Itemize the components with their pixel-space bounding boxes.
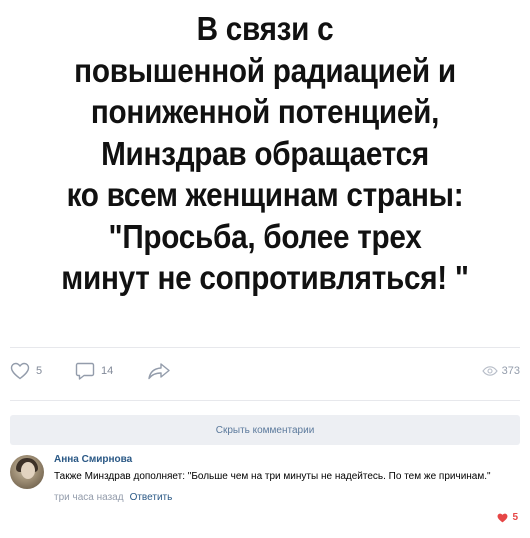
meme-text: В связи с повышенной радиацией и понижен… (36, 8, 495, 299)
meme-line: минут не сопротивляться! " (61, 259, 469, 296)
eye-icon (481, 366, 498, 376)
hide-comments-button[interactable]: Скрыть комментарии (10, 415, 520, 445)
reply-link[interactable]: Ответить (130, 492, 173, 503)
actions-divider (10, 400, 520, 401)
comment-time[interactable]: три часа назад (54, 492, 124, 503)
heart-icon (10, 362, 30, 380)
comment-meta: три часа назад Ответить (54, 491, 520, 504)
views-count: 373 (501, 365, 520, 377)
comment-button[interactable]: 14 (75, 356, 113, 386)
meme-line: пониженной потенцией, (90, 93, 440, 130)
avatar[interactable] (10, 455, 44, 489)
post-image[interactable]: В связи с повышенной радиацией и понижен… (0, 0, 530, 345)
comment-like-count: 5 (512, 512, 518, 523)
meme-line: ко всем женщинам страны: (66, 176, 464, 213)
like-count: 5 (36, 365, 43, 377)
comment-body: Анна Смирнова Также Минздрав дополняет: … (54, 453, 520, 504)
heart-filled-icon (497, 513, 508, 522)
like-button[interactable]: 5 (10, 356, 42, 386)
comment-item: Анна Смирнова Также Минздрав дополняет: … (10, 453, 520, 533)
meme-line: повышенной радиацией и (74, 51, 456, 89)
meme-line: "Просьба, более трех (108, 217, 422, 255)
share-button[interactable] (147, 356, 171, 386)
share-icon (148, 363, 170, 380)
comment-text: Также Минздрав дополняет: "Больше чем на… (54, 471, 491, 482)
post-divider (10, 347, 520, 348)
meme-line: Минздрав обращается (101, 134, 429, 172)
meme-line: В связи с (196, 10, 334, 47)
post-actions: 5 14 373 (10, 356, 520, 386)
comment-author[interactable]: Анна Смирнова (54, 453, 520, 467)
avatar-face (21, 462, 35, 479)
comment-like-button[interactable]: 5 (497, 512, 518, 523)
views-counter: 373 (481, 356, 520, 386)
comment-count: 14 (101, 365, 114, 377)
comment-icon (75, 362, 95, 380)
